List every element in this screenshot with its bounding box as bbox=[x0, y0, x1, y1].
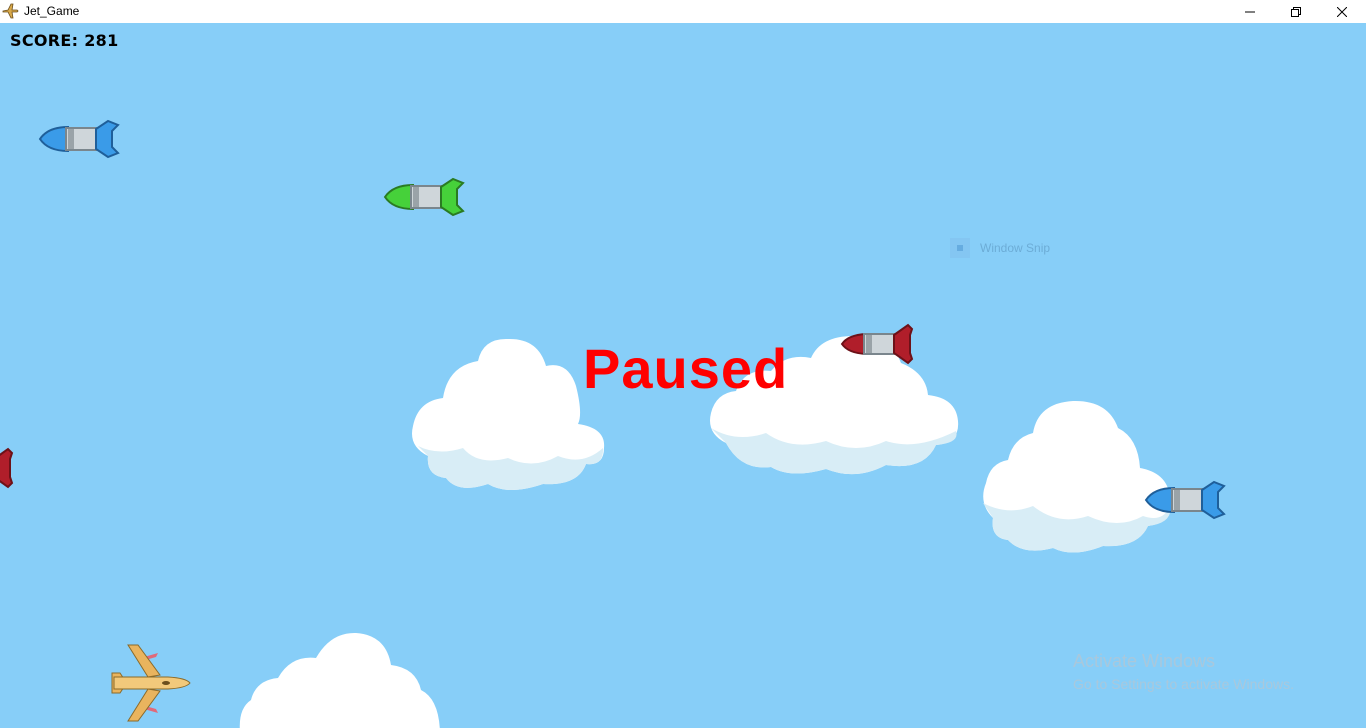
app-jet-icon bbox=[2, 3, 20, 20]
score-label: SCORE: bbox=[10, 31, 79, 50]
score-display: SCORE: 281 bbox=[10, 31, 119, 50]
activate-windows-watermark: Activate Windows Go to Settings to activ… bbox=[1073, 651, 1294, 692]
blue-missile-sprite bbox=[38, 119, 120, 159]
watermark-title: Activate Windows bbox=[1073, 651, 1216, 671]
window-snip-overlay: Window Snip bbox=[950, 238, 1050, 258]
minimize-icon bbox=[1245, 11, 1255, 12]
cloud-sprite bbox=[239, 632, 440, 728]
player-jet-sprite[interactable] bbox=[108, 643, 192, 723]
paused-overlay-text: Paused bbox=[583, 337, 789, 400]
close-button[interactable] bbox=[1319, 0, 1365, 23]
cloud-sprite bbox=[412, 338, 605, 490]
cloud-sprite bbox=[983, 400, 1171, 553]
game-canvas[interactable]: SCORE: 281 Paused Window Snip Activate W… bbox=[0, 23, 1366, 728]
window-titlebar: Jet_Game bbox=[0, 0, 1366, 23]
red-missile-sprite bbox=[0, 447, 14, 489]
snip-label: Window Snip bbox=[980, 241, 1051, 255]
green-missile-sprite bbox=[383, 177, 465, 217]
red-missile-sprite bbox=[840, 323, 914, 365]
snip-icon bbox=[950, 238, 970, 258]
window-title: Jet_Game bbox=[24, 4, 80, 18]
close-icon bbox=[1337, 6, 1347, 17]
watermark-subtitle: Go to Settings to activate Windows. bbox=[1073, 676, 1294, 692]
restore-icon bbox=[1291, 6, 1301, 17]
minimize-button[interactable] bbox=[1227, 0, 1273, 23]
restore-button[interactable] bbox=[1273, 0, 1319, 23]
blue-missile-sprite bbox=[1144, 480, 1226, 520]
score-value: 281 bbox=[84, 31, 119, 50]
